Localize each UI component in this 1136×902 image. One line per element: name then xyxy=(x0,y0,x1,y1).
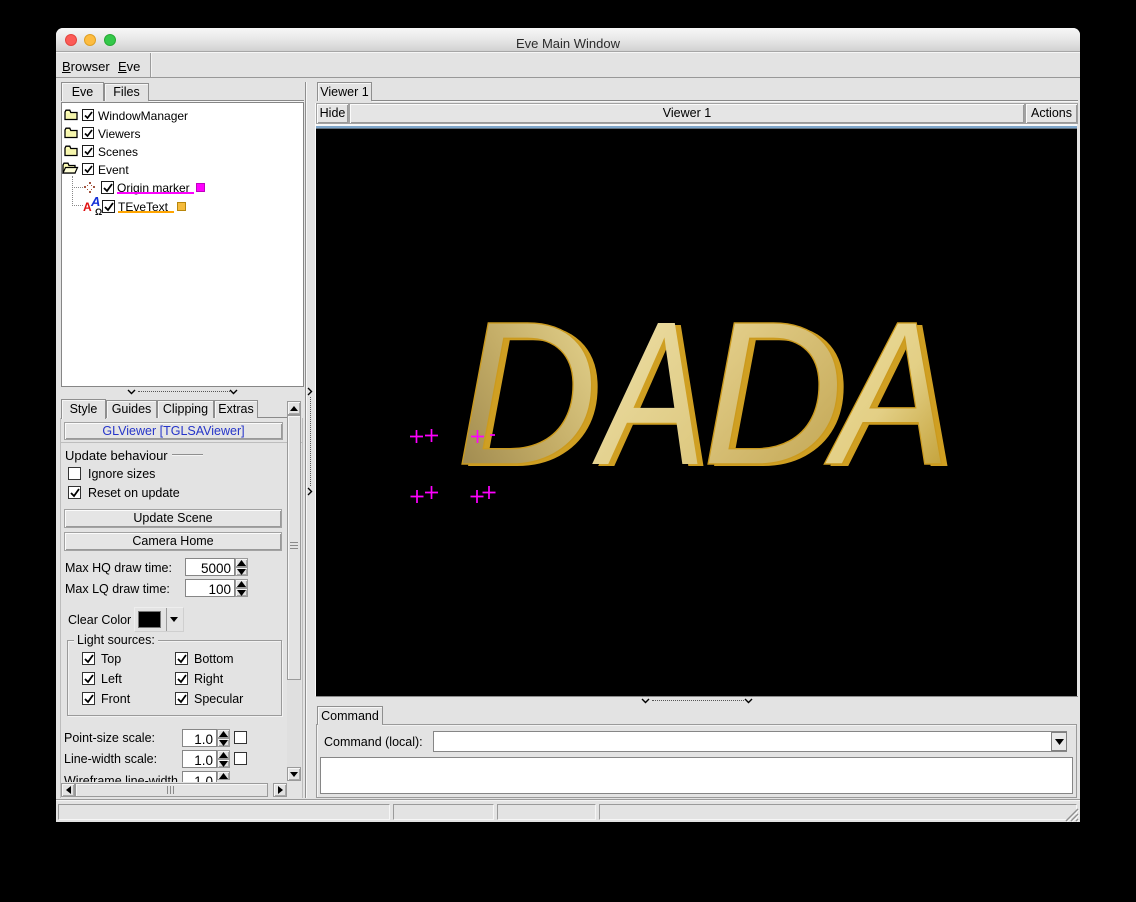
svg-text:A: A xyxy=(824,279,951,508)
svg-text:D: D xyxy=(702,279,844,508)
svg-text:A: A xyxy=(591,279,706,508)
svg-text:D: D xyxy=(456,279,598,508)
